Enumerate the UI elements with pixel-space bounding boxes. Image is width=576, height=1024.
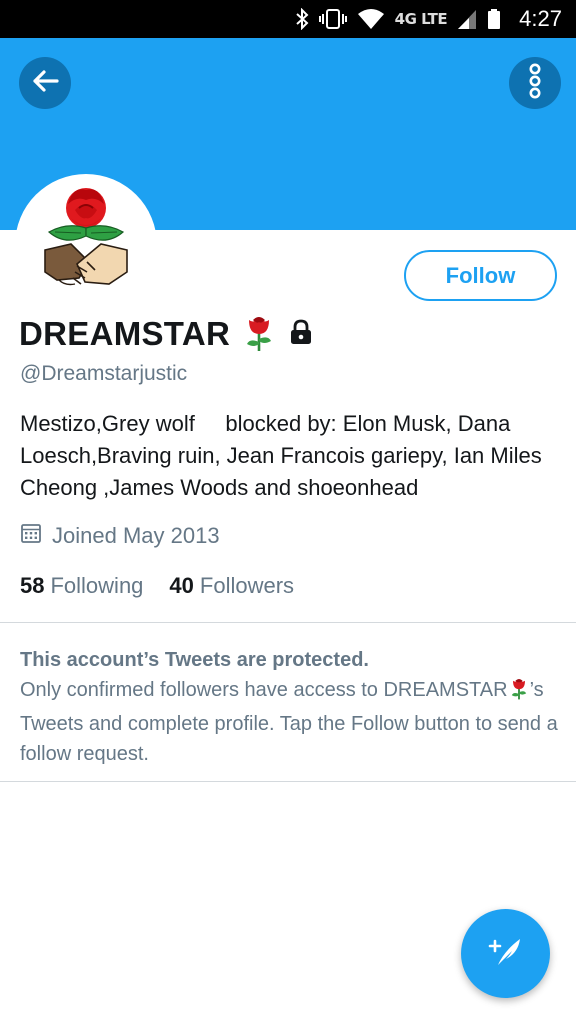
battery-icon — [487, 8, 501, 30]
followers-label: Followers — [199, 573, 295, 598]
protected-notice: This account’s Tweets are protected. Onl… — [20, 645, 560, 769]
more-vertical-icon — [528, 63, 542, 104]
follow-button[interactable]: Follow — [404, 250, 557, 301]
network-type: 4G LTE — [394, 10, 448, 28]
compose-tweet-icon — [486, 931, 526, 976]
profile-avatar[interactable] — [15, 174, 157, 316]
calendar-icon — [20, 522, 52, 550]
following-stat[interactable]: 58 Following — [20, 573, 143, 599]
lock-icon — [288, 319, 314, 350]
status-bar: 4G LTE 4:27 — [0, 0, 576, 38]
profile-name-row: DREAMSTAR — [19, 312, 314, 356]
wifi-icon — [357, 8, 385, 30]
bluetooth-icon — [295, 8, 309, 30]
profile-bio: Mestizo,Grey wolf blocked by: Elon Musk,… — [20, 411, 548, 500]
divider — [0, 781, 576, 782]
protected-body: Only confirmed followers have access to … — [20, 675, 560, 769]
display-name: DREAMSTAR — [19, 315, 231, 352]
vibrate-icon — [318, 8, 347, 30]
followers-count: 40 — [169, 573, 194, 598]
protected-title: This account’s Tweets are protected. — [20, 649, 369, 671]
following-label: Following — [50, 573, 144, 598]
profile-handle: @Dreamstarjustic — [20, 362, 188, 385]
joined-date: Joined May 2013 — [20, 522, 220, 550]
divider — [0, 622, 576, 623]
rose-icon — [510, 676, 528, 709]
follow-stats: 58 Following 40 Followers — [20, 573, 320, 599]
more-options-button[interactable] — [509, 57, 561, 109]
back-button[interactable] — [19, 57, 71, 109]
rose-icon — [244, 312, 274, 357]
protected-body-text-1: Only confirmed followers have access to … — [20, 679, 508, 701]
signal-icon — [457, 8, 477, 30]
joined-text: Joined May 2013 — [52, 523, 220, 548]
status-time: 4:27 — [519, 6, 562, 31]
arrow-left-icon — [31, 69, 59, 98]
rose-handshake-logo — [15, 174, 157, 316]
followers-stat[interactable]: 40 Followers — [169, 573, 294, 599]
compose-tweet-button[interactable] — [461, 909, 550, 998]
following-count: 58 — [20, 573, 45, 598]
